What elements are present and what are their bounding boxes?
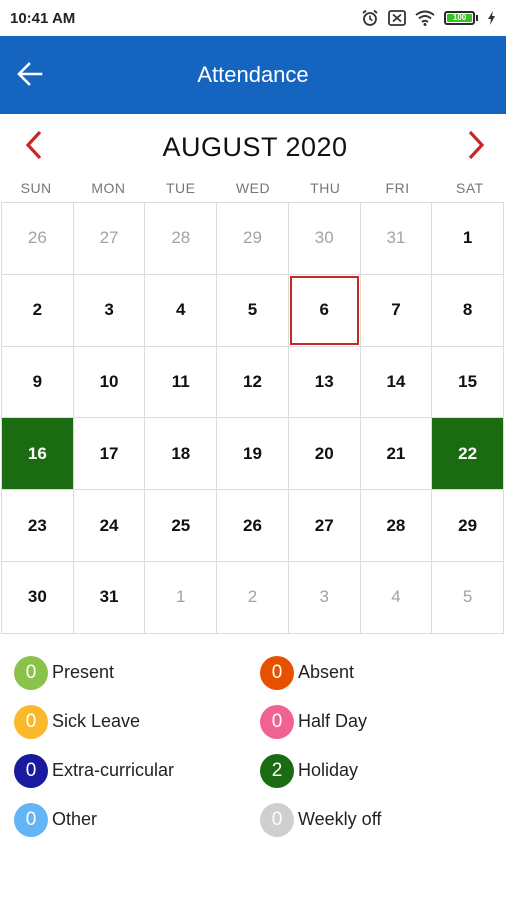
legend-label: Absent — [298, 662, 355, 683]
alarm-icon — [361, 9, 379, 27]
calendar-day[interactable]: 4 — [145, 274, 218, 347]
weekday-sun: SUN — [20, 180, 52, 196]
calendar-day[interactable]: 14 — [360, 346, 433, 419]
battery-level: 100 — [447, 14, 472, 22]
calendar-day[interactable]: 13 — [288, 346, 361, 419]
calendar-day[interactable]: 2 — [217, 561, 289, 634]
legend-label: Weekly off — [298, 809, 382, 830]
calendar-day-today[interactable]: 6 — [288, 274, 361, 347]
status-time: 10:41 AM — [10, 9, 76, 27]
calendar-day[interactable]: 29 — [217, 203, 289, 275]
weekday-mon: MON — [91, 180, 126, 196]
calendar-day[interactable]: 3 — [288, 561, 361, 634]
calendar-day[interactable]: 19 — [217, 418, 289, 491]
legend-item-absent: 0 Absent — [260, 655, 506, 690]
legend-item-weekly-off: 0 Weekly off — [260, 802, 506, 837]
legend-item-extra-curricular: 0 Extra-curricular — [14, 753, 260, 788]
calendar-day[interactable]: 27 — [73, 203, 146, 275]
page-title: Attendance — [197, 62, 309, 87]
calendar-day[interactable]: 1 — [145, 561, 218, 634]
calendar-day[interactable]: 28 — [360, 490, 433, 562]
legend-item-present: 0 Present — [14, 655, 260, 690]
calendar-day[interactable]: 16 — [2, 418, 74, 491]
calendar-day[interactable]: 30 — [2, 561, 74, 634]
calendar-day[interactable]: 24 — [73, 490, 146, 562]
calendar-day[interactable]: 30 — [288, 203, 361, 275]
next-month-button[interactable] — [460, 127, 492, 167]
charging-bolt-icon — [487, 11, 496, 25]
dnd-box-icon — [388, 10, 406, 26]
legend-label: Sick Leave — [52, 711, 141, 732]
calendar-day[interactable]: 15 — [432, 346, 504, 419]
legend-item-holiday: 2 Holiday — [260, 753, 506, 788]
calendar-day[interactable]: 21 — [360, 418, 433, 491]
calendar-day[interactable]: 11 — [145, 346, 218, 419]
calendar-day[interactable]: 20 — [288, 418, 361, 491]
legend-count-badge: 0 — [260, 802, 294, 837]
calendar-day[interactable]: 9 — [2, 346, 74, 419]
calendar-day[interactable]: 8 — [432, 274, 504, 347]
legend-count-badge: 2 — [260, 753, 294, 788]
status-icons: 100 — [361, 9, 496, 27]
legend-label: Holiday — [298, 760, 359, 781]
month-title: AUGUST 2020 — [162, 131, 348, 162]
legend-label: Other — [52, 809, 98, 830]
month-navigation: AUGUST 2020 — [0, 114, 506, 180]
weekday-thu: THU — [310, 180, 341, 196]
chevron-left-icon — [25, 130, 43, 165]
legend-item-sick-leave: 0 Sick Leave — [14, 704, 260, 739]
legend-count-badge: 0 — [14, 704, 48, 739]
legend-item-other: 0 Other — [14, 802, 260, 837]
legend-label: Present — [52, 662, 115, 683]
calendar-day[interactable]: 7 — [360, 274, 433, 347]
calendar-day[interactable]: 31 — [73, 561, 146, 634]
legend-label: Half Day — [298, 711, 368, 732]
weekday-header: SUN MON TUE WED THU FRI SAT — [0, 180, 506, 202]
wifi-icon — [415, 10, 435, 26]
calendar-day[interactable]: 26 — [2, 203, 74, 275]
chevron-right-icon — [467, 130, 485, 165]
calendar-day[interactable]: 1 — [432, 203, 504, 275]
calendar-day[interactable]: 17 — [73, 418, 146, 491]
calendar-grid: 26 27 28 29 30 31 1 2 3 4 5 6 7 8 9 10 11 12 13 14 15 16 17 18 1… — [1, 202, 504, 634]
back-button[interactable] — [14, 60, 46, 92]
legend-count-badge: 0 — [14, 802, 48, 837]
calendar-day[interactable]: 3 — [73, 274, 146, 347]
arrow-left-icon — [17, 61, 43, 92]
calendar-day[interactable]: 29 — [432, 490, 504, 562]
weekday-sat: SAT — [455, 180, 484, 196]
calendar-day[interactable]: 10 — [73, 346, 146, 419]
calendar-day[interactable]: 22 — [432, 418, 504, 491]
calendar-day[interactable]: 18 — [145, 418, 218, 491]
attendance-legend: 0 Present 0 Absent 0 Sick Leave 0 Half Day 0 Extr… — [0, 634, 506, 837]
weekday-tue: TUE — [165, 180, 196, 196]
battery-icon: 100 — [444, 11, 478, 25]
legend-count-badge: 0 — [14, 753, 48, 788]
legend-item-half-day: 0 Half Day — [260, 704, 506, 739]
calendar-day[interactable]: 31 — [360, 203, 433, 275]
calendar-day[interactable]: 5 — [217, 274, 289, 347]
calendar-day[interactable]: 2 — [2, 274, 74, 347]
calendar-day[interactable]: 26 — [217, 490, 289, 562]
calendar-day[interactable]: 27 — [288, 490, 361, 562]
calendar-day[interactable]: 5 — [432, 561, 504, 634]
prev-month-button[interactable] — [18, 127, 50, 167]
calendar-day[interactable]: 25 — [145, 490, 218, 562]
calendar-day[interactable]: 23 — [2, 490, 74, 562]
status-bar: 10:41 AM 100 — [0, 0, 506, 36]
calendar-day[interactable]: 4 — [360, 561, 433, 634]
calendar-day[interactable]: 12 — [217, 346, 289, 419]
legend-count-badge: 0 — [260, 704, 294, 739]
weekday-wed: WED — [235, 180, 271, 196]
legend-count-badge: 0 — [14, 655, 48, 690]
legend-count-badge: 0 — [260, 655, 294, 690]
weekday-fri: FRI — [385, 180, 410, 196]
legend-label: Extra-curricular — [52, 760, 175, 781]
calendar-day[interactable]: 28 — [145, 203, 218, 275]
app-bar: Attendance — [0, 36, 506, 114]
